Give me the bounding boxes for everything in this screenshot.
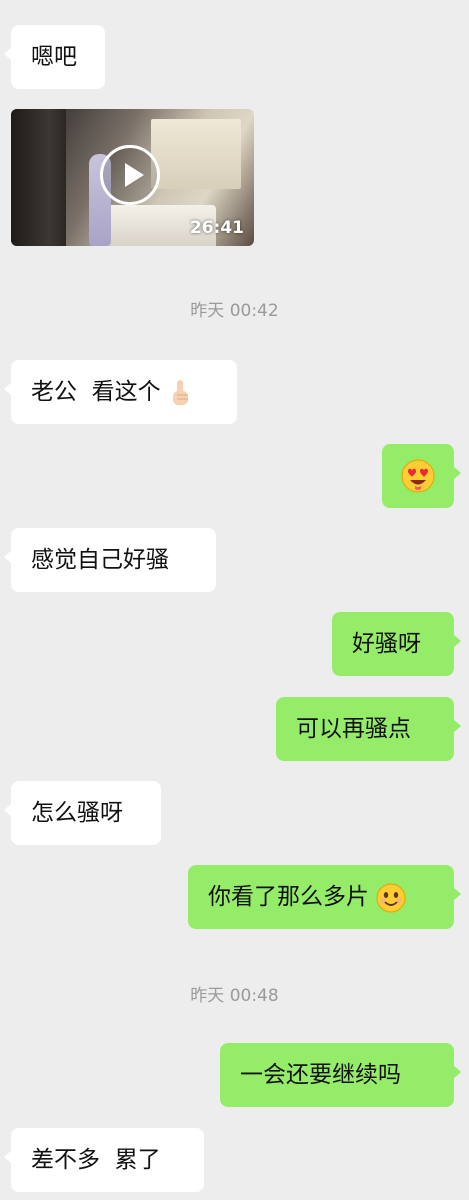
video-message[interactable]: 26:41: [11, 109, 254, 246]
message-text: 差不多 累了: [31, 1147, 161, 1173]
message-text: 怎么骚呀: [31, 800, 123, 826]
timestamp: 昨天 00:48: [190, 986, 279, 1006]
message-text: 嗯吧: [31, 44, 77, 70]
message-bubble[interactable]: 老公 看这个: [4, 360, 237, 424]
message-text: 可以再骚点: [296, 716, 411, 742]
message-bubble[interactable]: 一会还要继续吗: [220, 1043, 461, 1107]
message-text: 老公 看这个: [31, 379, 161, 405]
message-bubble[interactable]: 差不多 累了: [4, 1128, 204, 1192]
video-thumbnail: [11, 109, 66, 246]
message-bubble[interactable]: 感觉自己好骚: [4, 528, 216, 592]
message-bubble[interactable]: 怎么骚呀: [4, 781, 161, 845]
message-text: 感觉自己好骚: [31, 547, 169, 573]
message-text: 一会还要继续吗: [240, 1062, 401, 1088]
timestamp: 昨天 00:42: [190, 301, 279, 321]
smiling-face-icon: [376, 883, 406, 912]
message-bubble[interactable]: 好骚呀: [332, 612, 461, 676]
message-text: 你看了那么多片: [208, 884, 369, 910]
message-bubble[interactable]: 可以再骚点: [276, 697, 461, 761]
message-bubble[interactable]: 嗯吧: [4, 25, 105, 89]
video-duration: 26:41: [189, 218, 244, 238]
heart-eyes-emoji-icon: [401, 459, 435, 493]
message-bubble[interactable]: [382, 444, 461, 508]
message-bubble[interactable]: 你看了那么多片: [188, 865, 461, 929]
chat-area: 嗯吧 26:41 昨天 00:42 老公 看这个 感觉自己好骚 好骚呀 可以再骚…: [0, 0, 469, 1200]
pointing-up-icon: [172, 379, 188, 405]
play-icon[interactable]: [100, 145, 160, 205]
message-text: 好骚呀: [352, 631, 421, 657]
